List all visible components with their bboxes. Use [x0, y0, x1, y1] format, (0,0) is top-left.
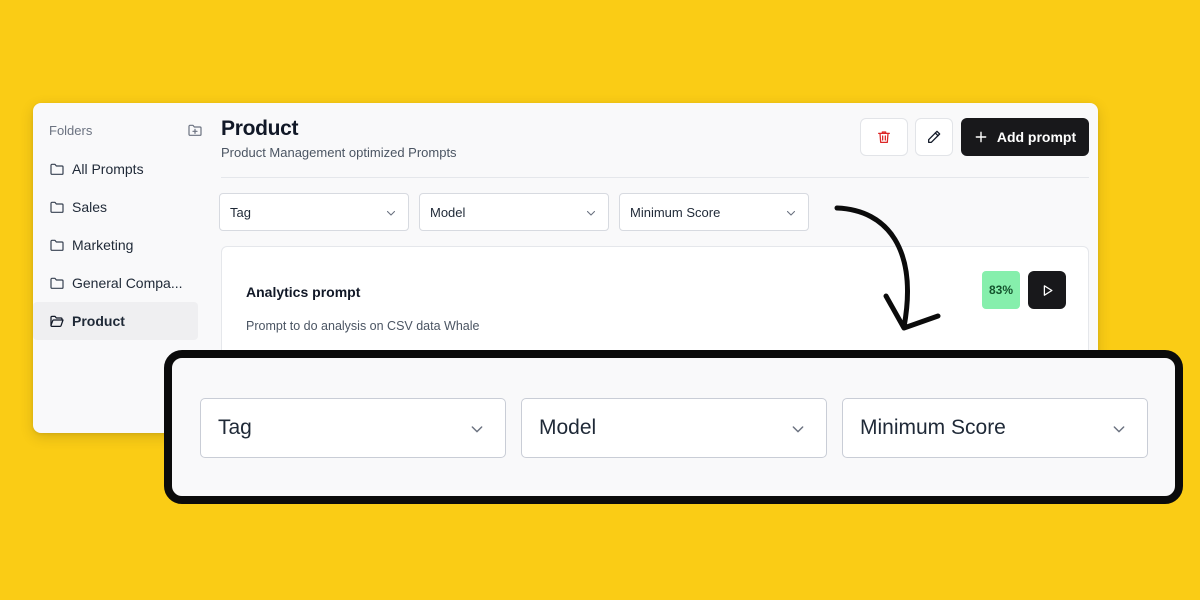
sidebar-list: All Prompts Sales Marketing General Comp…	[33, 150, 211, 340]
tag-filter-label: Tag	[230, 204, 251, 220]
model-filter-label: Model	[430, 204, 466, 220]
chevron-down-icon	[471, 426, 483, 433]
add-prompt-label: Add prompt	[996, 129, 1077, 145]
tag-filter-select[interactable]: Tag	[219, 193, 409, 231]
prompt-description: Prompt to do analysis on CSV data Whale	[246, 319, 480, 333]
folder-icon	[50, 239, 64, 251]
curved-arrow-icon	[834, 205, 941, 331]
zoomed-model-filter-select[interactable]: Model	[521, 398, 827, 458]
edit-folder-button[interactable]	[915, 118, 953, 156]
folder-plus-icon[interactable]	[187, 122, 203, 138]
minimum-score-filter-label: Minimum Score	[630, 204, 721, 220]
add-prompt-button[interactable]: Add prompt	[961, 118, 1089, 156]
run-prompt-button[interactable]	[1028, 271, 1066, 309]
sidebar-item-product[interactable]: Product	[33, 302, 198, 340]
sidebar-item-label: Sales	[72, 199, 108, 215]
trash-icon	[878, 131, 890, 143]
page-subtitle: Product Management optimized Prompts	[221, 145, 457, 160]
zoomed-minimum-score-filter-select[interactable]: Minimum Score	[842, 398, 1148, 458]
sidebar-item-label: All Prompts	[72, 161, 144, 177]
zoomed-filters-callout: Tag Model Minimum Score	[164, 350, 1183, 504]
model-filter-select[interactable]: Model	[419, 193, 609, 231]
score-badge: 83%	[982, 271, 1020, 309]
zoomed-tag-filter-select[interactable]: Tag	[200, 398, 506, 458]
plus-icon	[975, 131, 987, 143]
sidebar-item-label: Marketing	[72, 237, 134, 253]
page-title: Product	[221, 117, 299, 140]
zoomed-tag-filter-label: Tag	[218, 416, 252, 439]
chevron-down-icon	[386, 210, 396, 216]
chevron-down-icon	[786, 210, 796, 216]
sidebar-header: Folders	[49, 123, 202, 139]
play-icon	[1043, 284, 1052, 296]
chevron-down-icon	[1113, 426, 1125, 433]
folder-open-icon	[50, 315, 64, 327]
sidebar-heading: Folders	[49, 123, 93, 138]
minimum-score-filter-select[interactable]: Minimum Score	[619, 193, 809, 231]
header-divider	[221, 177, 1089, 178]
folder-icon	[50, 201, 64, 213]
sidebar-item-sales[interactable]: Sales	[33, 188, 211, 226]
chevron-down-icon	[586, 210, 596, 216]
chevron-down-icon	[792, 426, 804, 433]
delete-folder-button[interactable]	[860, 118, 908, 156]
sidebar-item-label: General Compa...	[72, 275, 183, 291]
folder-icon	[50, 163, 64, 175]
sidebar-item-all-prompts[interactable]: All Prompts	[33, 150, 211, 188]
prompt-title: Analytics prompt	[246, 284, 361, 300]
sidebar-item-general-company[interactable]: General Compa...	[33, 264, 211, 302]
zoomed-minimum-score-filter-label: Minimum Score	[860, 416, 1006, 439]
folder-icon	[50, 277, 64, 289]
sidebar-item-marketing[interactable]: Marketing	[33, 226, 211, 264]
pencil-icon	[928, 130, 941, 143]
zoomed-model-filter-label: Model	[539, 416, 597, 439]
sidebar-item-label: Product	[72, 313, 125, 329]
